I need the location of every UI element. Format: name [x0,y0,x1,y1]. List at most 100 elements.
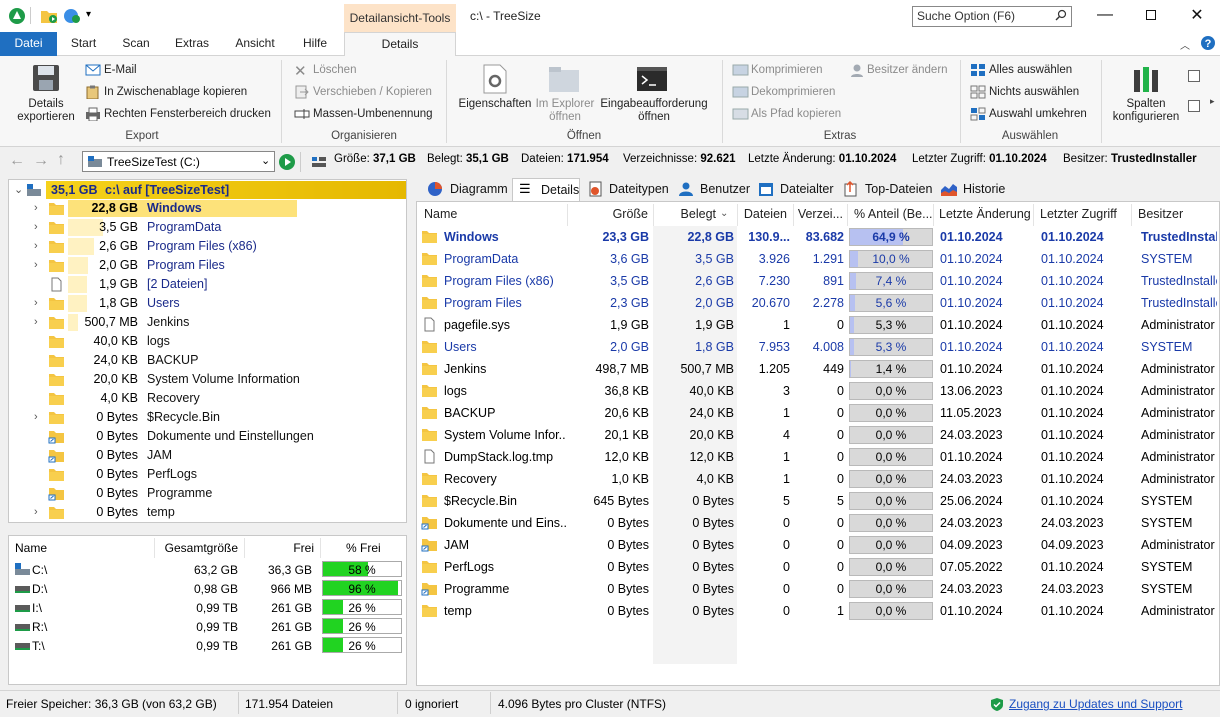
tree-item[interactable]: › 22,8 GB Windows [10,199,405,218]
ribbon-checkbox-1[interactable] [1188,70,1200,82]
tab-ansicht[interactable]: Ansicht [230,32,280,56]
refresh-scan-icon[interactable] [63,8,81,24]
tab-extras[interactable]: Extras [170,32,214,56]
close-button[interactable]: ✕ [1174,0,1220,30]
chevron-right-icon[interactable]: › [34,259,38,271]
chevron-right-icon[interactable]: › [34,240,38,252]
tab-hilfe[interactable]: Hilfe [296,32,334,56]
tree-item[interactable]: 4,0 KB Recovery [10,389,405,408]
copy-path-button[interactable]: Als Pfad kopieren [751,108,841,120]
col-name[interactable]: Name [424,207,457,221]
invert-selection-button[interactable]: Auswahl umkehren [989,108,1087,120]
tree-item[interactable]: 0 Bytes Dokumente und Einstellungen [10,427,405,446]
up-icon[interactable]: ↑ [57,151,65,169]
col-owner[interactable]: Besitzer [1138,207,1183,221]
col-used[interactable]: Belegt [660,207,716,221]
ribbon-scroll-right-icon[interactable]: ▸ [1210,96,1215,107]
tree-item[interactable]: › 0 Bytes temp [10,503,405,522]
table-row[interactable]: DumpStack.log.tmp 12,0 KB 12,0 KB 1 0 0,0 % 01… [417,446,1219,468]
table-row[interactable]: Users 2,0 GB 1,8 GB 7.953 4.008 5,3 % 01.10.20… [417,336,1219,358]
drive-col-free[interactable]: Frei [244,541,314,555]
col-size[interactable]: Größe [575,207,648,221]
search-input[interactable]: Suche Option (F6) [912,6,1072,27]
table-row[interactable]: temp 0 Bytes 0 Bytes 0 1 0,0 % 01.10.2024 01.10… [417,600,1219,622]
tab-details[interactable]: Details [344,32,456,57]
tree-item[interactable]: 0 Bytes Programme [10,484,405,503]
minimize-button[interactable]: — [1082,0,1128,30]
drive-row[interactable]: T:\ 0,99 TB 261 GB 26 % [10,636,405,655]
col-dirs[interactable]: Verzei... [795,207,843,221]
chevron-right-icon[interactable]: › [34,297,38,309]
table-row[interactable]: BACKUP 20,6 KB 24,0 KB 1 0 0,0 % 11.05.2023 01.… [417,402,1219,424]
tab-dateialter[interactable]: Dateialter [780,178,834,200]
tree-item[interactable]: 40,0 KB logs [10,332,405,351]
table-row[interactable]: Programme 0 Bytes 0 Bytes 0 0 0,0 % 24.03.2023… [417,578,1219,600]
tab-diagramm[interactable]: Diagramm [450,178,508,200]
table-row[interactable]: $Recycle.Bin 645 Bytes 0 Bytes 5 5 0,0 % 25.06… [417,490,1219,512]
collapse-ribbon-icon[interactable]: ︿ [1180,37,1190,52]
tab-start[interactable]: Start [66,32,101,56]
decompress-button[interactable]: Dekomprimieren [751,86,835,98]
select-all-button[interactable]: Alles auswählen [989,64,1072,76]
ribbon-checkbox-2[interactable] [1188,100,1200,112]
table-row[interactable]: pagefile.sys 1,9 GB 1,9 GB 1 0 5,3 % 01.10.202… [417,314,1219,336]
back-icon[interactable]: ← [9,152,25,170]
help-icon[interactable]: ? [1200,35,1216,51]
clipboard-button[interactable]: In Zwischenablage kopieren [104,86,247,98]
tree-item[interactable]: 20,0 KB System Volume Information [10,370,405,389]
table-row[interactable]: JAM 0 Bytes 0 Bytes 0 0 0,0 % 04.09.2023 04.09.… [417,534,1219,556]
table-row[interactable]: logs 36,8 KB 40,0 KB 3 0 0,0 % 13.06.2023 01.10… [417,380,1219,402]
tree-item[interactable]: › 1,8 GB Users [10,294,405,313]
tree-item[interactable]: 0 Bytes PerfLogs [10,465,405,484]
table-row[interactable]: Recovery 1,0 KB 4,0 KB 1 0 0,0 % 24.03.2023 01.… [417,468,1219,490]
tab-top-dateien[interactable]: Top-Dateien [865,178,932,200]
print-button[interactable]: Rechten Fensterbereich drucken [104,108,271,120]
details-export-button[interactable]: Details exportieren [8,60,75,126]
tree-item[interactable]: › 500,7 MB Jenkins [10,313,405,332]
tree-item[interactable]: 1,9 GB [2 Dateien] [10,275,405,294]
drive-row[interactable]: I:\ 0,99 TB 261 GB 26 % [10,598,405,617]
select-none-button[interactable]: Nichts auswählen [989,86,1079,98]
tab-dateitypen[interactable]: Dateitypen [609,178,669,200]
table-row[interactable]: System Volume Infor... 20,1 KB 20,0 KB 4 0 0,… [417,424,1219,446]
compress-button[interactable]: Komprimieren [751,64,823,76]
tree-item[interactable]: 24,0 KB BACKUP [10,351,405,370]
delete-button[interactable]: Löschen [313,64,356,76]
forward-icon[interactable]: → [33,152,49,170]
drive-select[interactable]: TreeSizeTest (C:) ⌄ [82,151,275,172]
drive-col-name[interactable]: Name [15,541,47,555]
tab-historie[interactable]: Historie [963,178,1005,200]
chevron-right-icon[interactable]: › [34,202,38,214]
table-row[interactable]: PerfLogs 0 Bytes 0 Bytes 0 0 0,0 % 07.05.2022 0… [417,556,1219,578]
chevron-right-icon[interactable]: › [34,411,38,423]
qat-dropdown-icon[interactable]: ▾ [86,9,91,20]
email-button[interactable]: E-Mail [104,64,137,76]
drive-row[interactable]: R:\ 0,99 TB 261 GB 26 % [10,617,405,636]
tree-item[interactable]: › 2,6 GB Program Files (x86) [10,237,405,256]
tree-item[interactable]: › 3,5 GB ProgramData [10,218,405,237]
col-percent[interactable]: % Anteil (Be... [854,207,933,221]
drive-row[interactable]: C:\ 63,2 GB 36,3 GB 58 % [10,560,405,579]
start-scan-icon[interactable] [278,153,296,171]
table-row[interactable]: Program Files 2,3 GB 2,0 GB 20.670 2.278 5,6 … [417,292,1219,314]
rename-button[interactable]: Massen-Umbenennung [313,108,433,120]
table-row[interactable]: ProgramData 3,6 GB 3,5 GB 3.926 1.291 10,0 % 0… [417,248,1219,270]
tree-item[interactable]: › 2,0 GB Program Files [10,256,405,275]
chevron-right-icon[interactable]: › [34,506,38,518]
scan-folder-icon[interactable] [40,8,58,24]
tab-scan[interactable]: Scan [117,32,155,56]
table-row[interactable]: Jenkins 498,7 MB 500,7 MB 1.205 449 1,4 % 01.1… [417,358,1219,380]
drive-col-total[interactable]: Gesamtgröße [158,541,238,555]
configure-columns-button[interactable]: Spalten konfigurieren [1107,60,1185,126]
change-owner-button[interactable]: Besitzer ändern [867,64,948,76]
drive-col-pct[interactable]: % Frei [346,541,381,555]
table-row[interactable]: Program Files (x86) 3,5 GB 2,6 GB 7.230 891 7… [417,270,1219,292]
tree-root-row[interactable]: ⌄ 35,1 GB c:\ auf [TreeSizeTest] [10,181,406,199]
chevron-right-icon[interactable]: › [34,316,38,328]
properties-button[interactable]: Eigenschaften [454,60,534,126]
open-cmd-button[interactable]: Eingabeaufforderung öffnen [598,60,710,126]
tab-datei[interactable]: Datei [0,32,57,56]
support-link[interactable]: Zugang zu Updates und Support [1009,697,1182,711]
col-modified[interactable]: Letzte Änderung [939,207,1031,221]
open-explorer-button[interactable]: Im Explorer öffnen [534,60,596,126]
